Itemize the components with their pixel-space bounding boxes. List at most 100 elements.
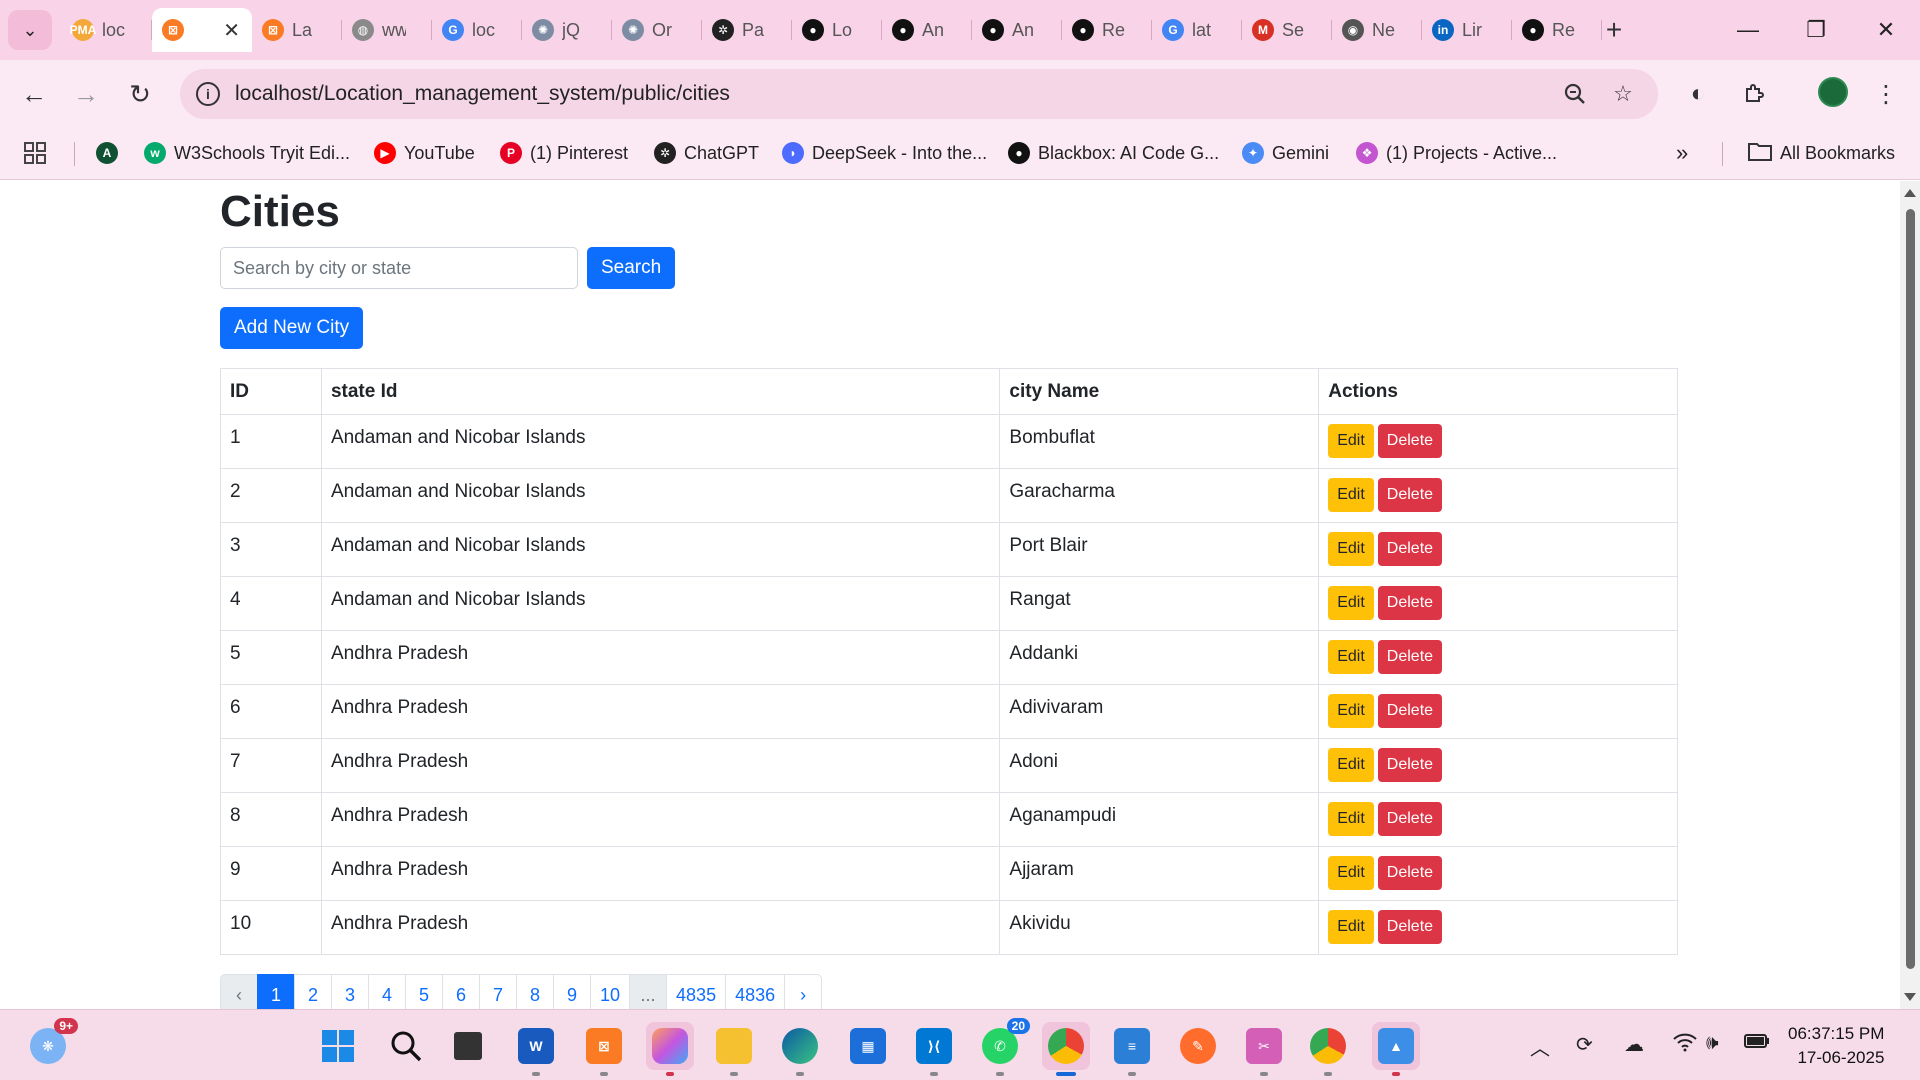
taskbar-search-button[interactable] (382, 1022, 430, 1070)
notepad-app[interactable]: ≡ (1108, 1022, 1156, 1076)
tab[interactable]: ● Re (1512, 8, 1602, 52)
url-text[interactable]: localhost/Location_management_system/pub… (235, 82, 730, 106)
tab[interactable]: M Se (1242, 8, 1332, 52)
battery-icon[interactable] (1744, 1032, 1770, 1055)
delete-button[interactable]: Delete (1377, 694, 1443, 728)
edit-button[interactable]: Edit (1328, 586, 1374, 620)
bookmark-item[interactable]: P (1) Pinterest (500, 138, 628, 168)
new-tab-button[interactable]: + (1596, 12, 1632, 48)
bookmark-star-icon[interactable]: ☆ (1608, 79, 1638, 109)
zoom-icon[interactable] (1560, 79, 1590, 109)
edit-button[interactable]: Edit (1328, 856, 1374, 890)
pagination-page[interactable]: 1 (257, 974, 295, 1009)
pagination-page[interactable]: 4 (368, 974, 406, 1009)
restore-button[interactable]: ❐ (1788, 10, 1844, 50)
reload-button[interactable]: ↻ (120, 74, 160, 114)
minimize-button[interactable]: — (1720, 10, 1776, 50)
delete-button[interactable]: Delete (1377, 532, 1443, 566)
edit-button[interactable]: Edit (1328, 532, 1374, 566)
pagination-page[interactable]: 4835 (666, 974, 727, 1009)
tab[interactable]: ✲ Pa (702, 8, 792, 52)
tab[interactable]: ◍ ww (342, 8, 432, 52)
chrome-app[interactable] (1042, 1022, 1090, 1076)
pagination-page[interactable]: 10 (590, 974, 631, 1009)
vpn-extension-icon[interactable]: ◐ (1680, 76, 1716, 112)
tab[interactable]: Glat (1152, 8, 1242, 52)
all-bookmarks-button[interactable]: All Bookmarks (1748, 138, 1895, 168)
delete-button[interactable]: Delete (1377, 910, 1443, 944)
system-clock[interactable]: 06:37:15 PM 17-06-2025 (1788, 1022, 1884, 1070)
edit-button[interactable]: Edit (1328, 748, 1374, 782)
tray-overflow-icon[interactable]: ︿ (1530, 1032, 1550, 1061)
extensions-icon[interactable] (1736, 76, 1772, 112)
store-app[interactable]: ▦ (844, 1022, 892, 1070)
tab[interactable]: ● An (972, 8, 1062, 52)
menu-kebab-icon[interactable]: ⋮ (1868, 76, 1904, 112)
pagination-next[interactable]: › (784, 974, 823, 1009)
search-button[interactable]: Search (587, 247, 676, 289)
tab[interactable]: Gloc (432, 8, 522, 52)
pagination-page[interactable]: 2 (294, 974, 332, 1009)
wifi-icon[interactable] (1672, 1032, 1698, 1058)
tab-active[interactable]: ⊠ ✕ (152, 8, 252, 52)
tab[interactable]: in Lir (1422, 8, 1512, 52)
tab[interactable]: ⊠ La (252, 8, 342, 52)
cloud-offline-icon[interactable]: ☁ (1624, 1032, 1644, 1057)
xampp-app[interactable]: ⊠ (580, 1022, 628, 1076)
delete-button[interactable]: Delete (1377, 586, 1443, 620)
edit-button[interactable]: Edit (1328, 478, 1374, 512)
tab[interactable]: ● Re (1062, 8, 1152, 52)
edit-button[interactable]: Edit (1328, 694, 1374, 728)
edge-app[interactable] (776, 1022, 824, 1076)
tab[interactable]: ✺ jQ (522, 8, 612, 52)
tab[interactable]: ● An (882, 8, 972, 52)
pagination-page[interactable]: 9 (553, 974, 591, 1009)
sync-icon[interactable]: ⟳ (1576, 1032, 1593, 1057)
scroll-up-arrow-icon[interactable] (1904, 189, 1916, 197)
edit-button[interactable]: Edit (1328, 910, 1374, 944)
bookmark-item[interactable]: ✦ Gemini (1242, 138, 1329, 168)
pagination-page[interactable]: 7 (479, 974, 517, 1009)
pagination-page[interactable]: 4836 (725, 974, 786, 1009)
search-input[interactable] (220, 247, 578, 289)
bookmark-item[interactable]: w W3Schools Tryit Edi... (144, 138, 350, 168)
edit-button[interactable]: Edit (1328, 802, 1374, 836)
tab[interactable]: ● Lo (792, 8, 882, 52)
widgets-button[interactable]: ❋ 9+ (24, 1018, 78, 1070)
word-app[interactable]: W (512, 1022, 560, 1076)
bookmark-item[interactable]: ✲ ChatGPT (654, 138, 759, 168)
apps-grid-icon[interactable] (24, 138, 46, 168)
delete-button[interactable]: Delete (1377, 640, 1443, 674)
pagination-page[interactable]: 8 (516, 974, 554, 1009)
close-tab-icon[interactable]: ✕ (223, 18, 240, 43)
page-scrollbar[interactable] (1900, 181, 1920, 1009)
address-bar[interactable]: i localhost/Location_management_system/p… (180, 69, 1658, 119)
back-button[interactable]: ← (14, 74, 54, 114)
site-info-icon[interactable]: i (196, 82, 220, 106)
start-button[interactable] (314, 1022, 362, 1070)
file-explorer-app[interactable] (710, 1022, 758, 1076)
bookmark-item[interactable]: A (96, 138, 126, 168)
tab[interactable]: ◉ Ne (1332, 8, 1422, 52)
close-window-button[interactable]: ✕ (1858, 10, 1914, 50)
edit-button[interactable]: Edit (1328, 640, 1374, 674)
volume-icon[interactable]: 🕪 (1706, 1032, 1719, 1055)
bookmark-item[interactable]: ◗ DeepSeek - Into the... (782, 138, 987, 168)
pagination-page[interactable]: 6 (442, 974, 480, 1009)
pagination-page[interactable]: 5 (405, 974, 443, 1009)
delete-button[interactable]: Delete (1377, 748, 1443, 782)
delete-button[interactable]: Delete (1377, 424, 1443, 458)
add-city-button[interactable]: Add New City (220, 307, 364, 349)
forward-button[interactable]: → (66, 74, 106, 114)
tab-search-button[interactable]: ⌄ (8, 10, 52, 50)
tab[interactable]: ✺ Or (612, 8, 702, 52)
delete-button[interactable]: Delete (1377, 856, 1443, 890)
copilot-app[interactable] (646, 1022, 694, 1076)
pagination-page[interactable]: 3 (331, 974, 369, 1009)
snipping-tool-app[interactable]: ✂ (1240, 1022, 1288, 1076)
bookmark-item[interactable]: ● Blackbox: AI Code G... (1008, 138, 1219, 168)
edit-button[interactable]: Edit (1328, 424, 1374, 458)
task-view-button[interactable] (444, 1022, 492, 1070)
whatsapp-app[interactable]: ✆ 20 (976, 1018, 1030, 1076)
chrome-profile-app[interactable] (1304, 1022, 1352, 1076)
